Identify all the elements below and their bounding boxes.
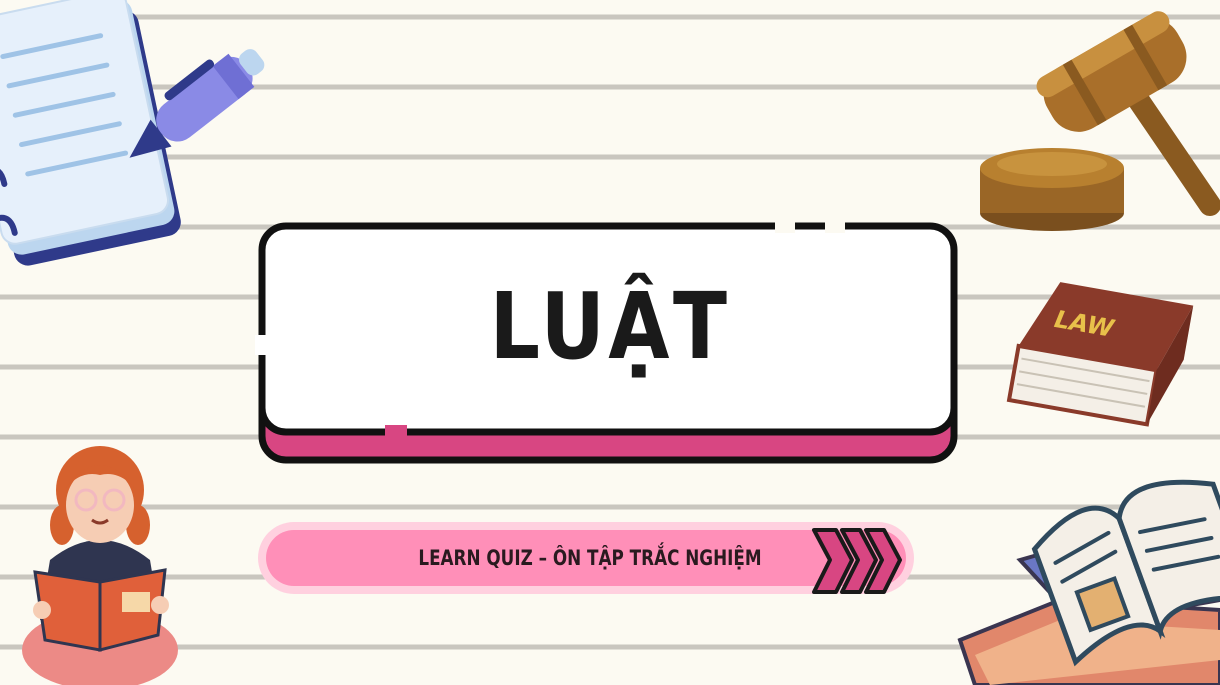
page-title: LUẬT [489,273,731,380]
subtitle-label: LEARN QUIZ – ÔN TẬP TRẮC NGHIỆM [418,546,762,570]
